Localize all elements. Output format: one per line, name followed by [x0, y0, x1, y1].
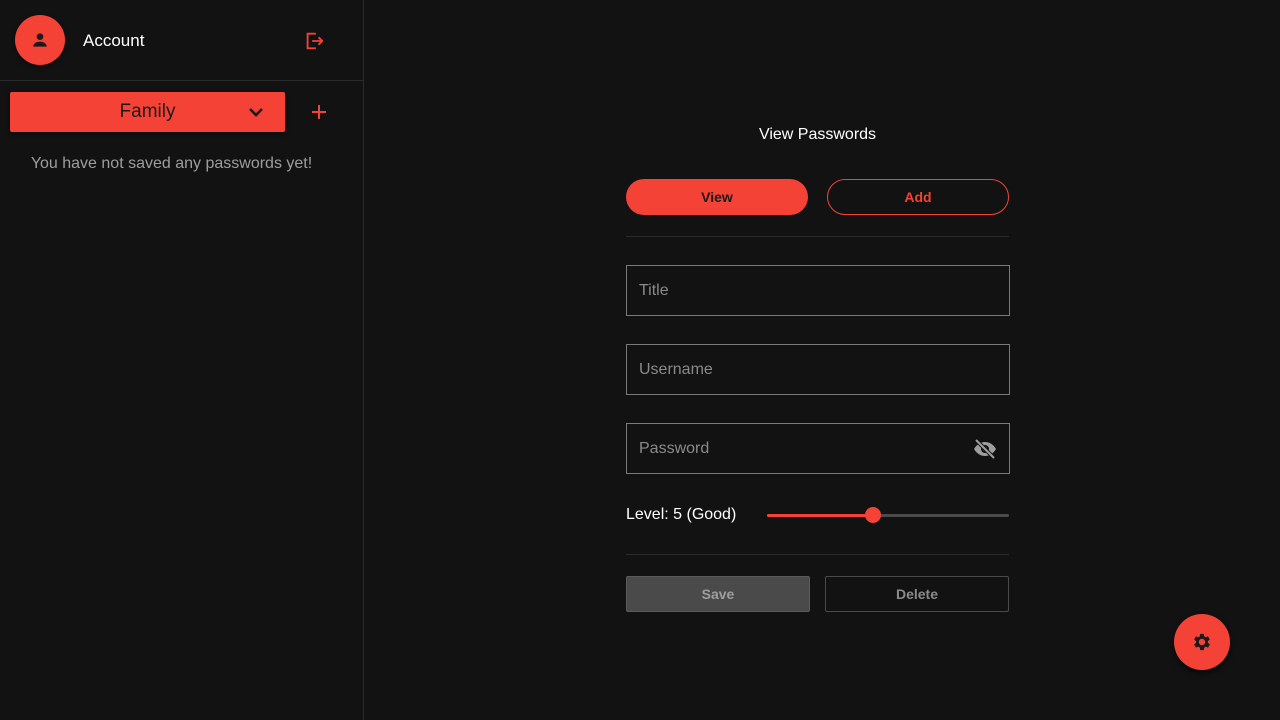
username-input[interactable] [627, 345, 1009, 394]
tab-view[interactable]: View [626, 179, 808, 215]
password-input[interactable] [627, 424, 1009, 473]
settings-button[interactable] [1174, 614, 1230, 670]
divider [626, 236, 1009, 237]
avatar[interactable] [15, 15, 65, 65]
add-vault-button[interactable] [307, 100, 331, 124]
tab-add[interactable]: Add [827, 179, 1009, 215]
account-label: Account [83, 31, 145, 50]
sidebar: Account Family You have not saved any pa… [0, 0, 364, 720]
title-input[interactable] [627, 266, 1009, 315]
password-level-label: Level: 5 (Good) [626, 506, 737, 523]
page-title: View Passwords [758, 126, 877, 143]
username-field [626, 344, 1010, 395]
slider-thumb[interactable] [865, 507, 882, 523]
empty-passwords-message: You have not saved any passwords yet! [30, 155, 313, 172]
person-icon [33, 33, 47, 47]
save-button[interactable]: Save [626, 576, 810, 612]
delete-button[interactable]: Delete [825, 576, 1009, 612]
gear-icon [1194, 633, 1210, 651]
password-level-slider[interactable] [767, 507, 1009, 523]
title-field [626, 265, 1010, 316]
chevron-down-icon [249, 108, 263, 117]
password-field [626, 423, 1010, 474]
vault-select-label: Family [119, 101, 176, 122]
plus-icon [312, 105, 326, 119]
logout-icon [306, 32, 324, 50]
account-header: Account [0, 0, 363, 81]
eye-off-icon[interactable] [973, 438, 997, 460]
slider-fill [767, 514, 874, 517]
logout-button[interactable] [301, 28, 327, 54]
vault-select[interactable]: Family [10, 92, 285, 132]
divider [626, 554, 1009, 555]
